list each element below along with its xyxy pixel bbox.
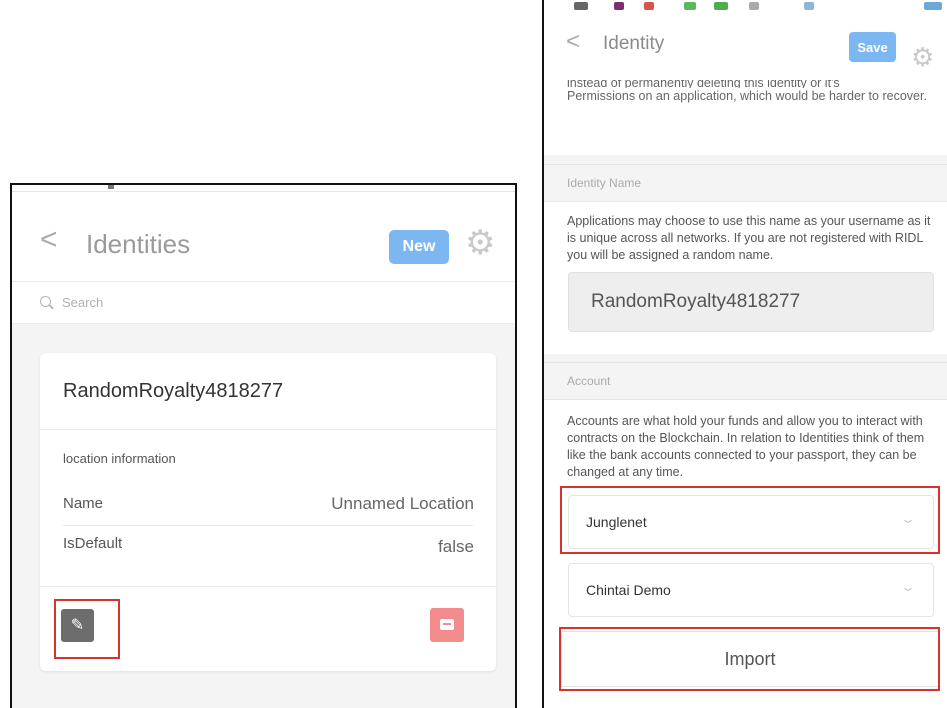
gear-icon[interactable]: ⚙ (465, 226, 495, 260)
intro-lines: Permissions on an application, which wou… (567, 89, 927, 103)
row-value-name: Unnamed Location (331, 494, 474, 513)
account-description: Accounts are what hold your funds and al… (567, 414, 925, 479)
identity-name: RandomRoyalty4818277 (63, 380, 284, 402)
section-heading: Identity Name (567, 176, 642, 190)
row-divider (63, 525, 473, 526)
section-header-identity-name: Identity Name (544, 164, 947, 202)
minus-icon (440, 619, 454, 630)
account-select-chintai-demo[interactable]: Chintai Demo ⌄ (568, 563, 934, 617)
toolbar-icon (644, 2, 654, 10)
section-header-account: Account (544, 362, 947, 400)
highlight-account-box (560, 486, 940, 554)
highlight-edit-box (54, 599, 120, 659)
toolbar-icon (924, 2, 942, 10)
search-input[interactable] (62, 292, 362, 312)
identity-panel: < Identity Save ⚙ instead of permanently… (542, 0, 947, 708)
back-icon[interactable]: < (566, 30, 580, 54)
toolbar-icon (574, 2, 588, 10)
page-title: Identities (86, 229, 191, 259)
toolbar-icon (749, 2, 759, 10)
gear-icon[interactable]: ⚙ (911, 44, 934, 70)
toolbar-icon (614, 2, 624, 10)
new-identity-button[interactable]: New (389, 230, 449, 264)
identities-panel: < Identities New ⚙ RandomRoyalty4818277 … (10, 183, 517, 708)
intro-text: instead of permanently deleting this ide… (567, 80, 927, 105)
identities-header: < Identities New ⚙ (12, 192, 515, 282)
identity-name-input[interactable] (568, 272, 934, 332)
highlight-import-box (559, 627, 940, 691)
screenshot-stage: < Identities New ⚙ RandomRoyalty4818277 … (0, 0, 947, 708)
identity-card: RandomRoyalty4818277 location informatio… (40, 353, 496, 671)
search-bar (12, 282, 515, 324)
account-label: Chintai Demo (586, 582, 671, 598)
divider (40, 586, 496, 587)
divider (40, 429, 496, 430)
back-icon[interactable]: < (40, 225, 58, 255)
section-heading: Account (567, 374, 611, 388)
toolbar-icon (714, 2, 728, 10)
search-icon (40, 296, 51, 307)
intro-cut-line: instead of permanently deleting this ide… (567, 80, 840, 88)
row-value-isdefault: false (438, 537, 474, 556)
browser-toolbar-fragment (544, 0, 947, 14)
save-button[interactable]: Save (849, 32, 896, 62)
row-key-isdefault: IsDefault (63, 535, 123, 552)
toolbar-icon (804, 2, 814, 10)
chevron-down-icon: ⌄ (899, 580, 917, 594)
tab-fragment (108, 185, 114, 189)
identity-name-description: Applications may choose to use this name… (567, 214, 931, 262)
delete-button[interactable] (430, 608, 464, 642)
page-title: Identity (603, 33, 665, 54)
location-label: location information (63, 451, 176, 466)
top-strip (12, 185, 515, 192)
toolbar-icon (684, 2, 696, 10)
row-key-name: Name (63, 495, 104, 512)
